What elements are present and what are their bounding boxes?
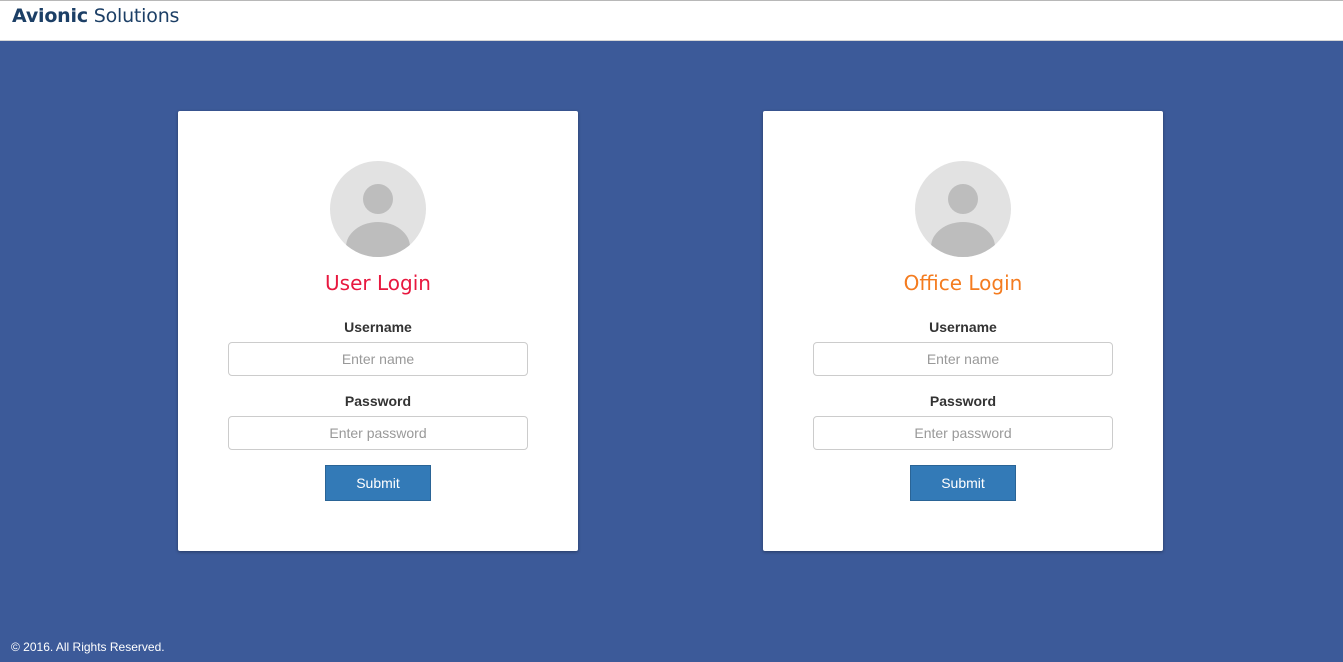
user-username-label: Username	[344, 319, 412, 335]
brand-name-bold: Avionic	[12, 5, 88, 27]
office-login-title: Office Login	[903, 271, 1023, 295]
user-username-input[interactable]	[228, 342, 528, 376]
user-login-card: User Login Username Password Submit	[178, 111, 578, 551]
footer-copyright: © 2016. All Rights Reserved.	[11, 640, 165, 654]
brand-name-light: Solutions	[87, 5, 180, 27]
office-username-label: Username	[929, 319, 997, 335]
top-navbar: Avionic Solutions	[0, 0, 1343, 41]
user-password-label: Password	[344, 393, 412, 409]
brand-logo[interactable]: Avionic Solutions	[12, 4, 179, 28]
user-login-title: User Login	[325, 271, 431, 295]
office-submit-button[interactable]: Submit	[910, 465, 1016, 501]
office-password-input[interactable]	[813, 416, 1113, 450]
office-password-label: Password	[929, 393, 997, 409]
user-submit-button[interactable]: Submit	[325, 465, 431, 501]
office-avatar-icon	[915, 161, 1011, 257]
user-avatar-icon	[330, 161, 426, 257]
user-password-input[interactable]	[228, 416, 528, 450]
office-login-card: Office Login Username Password Submit	[763, 111, 1163, 551]
office-username-input[interactable]	[813, 342, 1113, 376]
